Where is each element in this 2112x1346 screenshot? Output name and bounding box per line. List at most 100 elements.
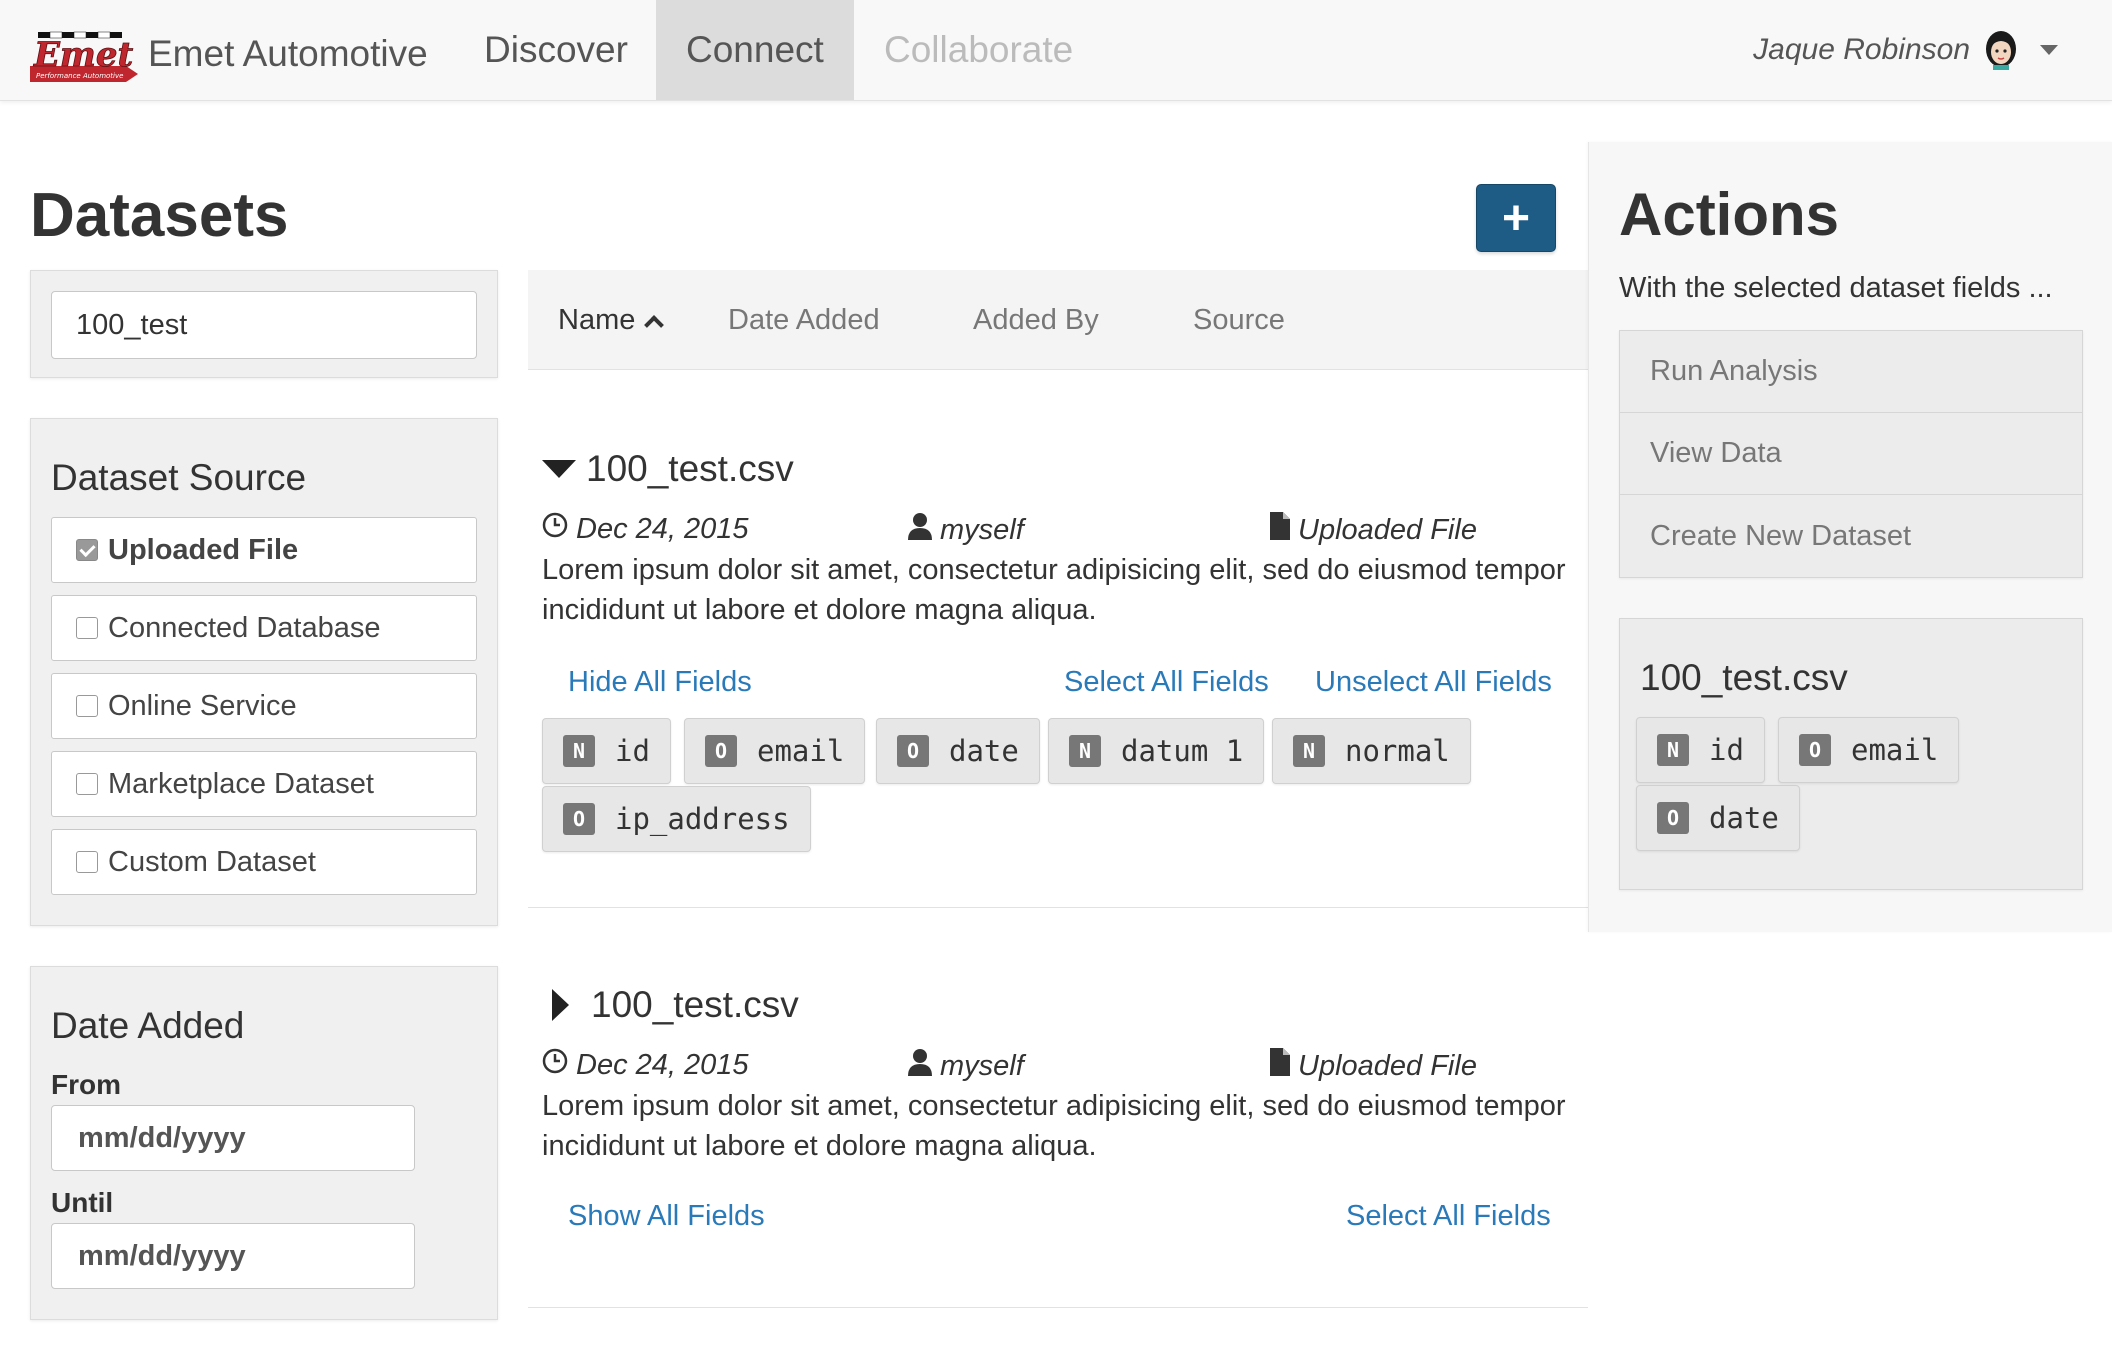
brand-name[interactable]: Emet Automotive <box>148 33 428 75</box>
view-data-action[interactable]: View Data <box>1620 413 2082 495</box>
source-option-connected-database[interactable]: Connected Database <box>51 595 477 661</box>
actions-panel: Actions With the selected dataset fields… <box>1588 142 2112 932</box>
object-type-badge: O <box>563 803 595 835</box>
field-name: normal <box>1345 734 1450 768</box>
numeric-type-badge: N <box>1293 735 1325 767</box>
clock-icon <box>542 512 568 546</box>
caret-down-icon[interactable] <box>542 460 576 478</box>
field-tag[interactable]: O email <box>684 718 866 784</box>
field-name: ip_address <box>615 802 790 836</box>
field-tag[interactable]: N id <box>542 718 671 784</box>
select-all-fields-link[interactable]: Select All Fields <box>1064 666 1269 699</box>
caret-right-icon[interactable] <box>552 989 569 1021</box>
caret-down-icon <box>2040 45 2058 55</box>
add-dataset-button[interactable]: + <box>1476 184 1556 252</box>
checkbox-icon[interactable] <box>76 695 98 717</box>
source-option-custom-dataset[interactable]: Custom Dataset <box>51 829 477 895</box>
dataset-description: Lorem ipsum dolor sit amet, consectetur … <box>542 1090 1566 1162</box>
brand[interactable]: Emet Performance Automotive <box>30 30 138 82</box>
numeric-type-badge: N <box>1657 734 1689 766</box>
top-navbar: Emet Performance Automotive Emet Automot… <box>0 0 2112 101</box>
brand-logo: Emet Performance Automotive <box>30 30 138 82</box>
nav-connect[interactable]: Connect <box>656 0 854 100</box>
dataset-title[interactable]: 100_test.csv <box>542 448 794 490</box>
dataset-added-by: myself <box>908 512 1024 548</box>
nav-discover[interactable]: Discover <box>454 0 658 100</box>
object-type-badge: O <box>1799 734 1831 766</box>
field-tag[interactable]: N datum 1 <box>1048 718 1265 784</box>
date-added-panel: Date Added From mm/dd/yyyy Until mm/dd/y… <box>30 966 498 1320</box>
checkbox-icon[interactable] <box>76 773 98 795</box>
object-type-badge: O <box>897 735 929 767</box>
field-tag[interactable]: O date <box>876 718 1040 784</box>
dataset-date-text: Dec 24, 2015 <box>576 512 749 545</box>
field-tag[interactable]: O ip_address <box>542 786 811 852</box>
dataset-entry: 100_test.csv Dec 24, 2015 myself Uploade… <box>528 908 1588 1308</box>
field-name: email <box>757 734 845 768</box>
selected-field-tag[interactable]: O email <box>1778 717 1960 783</box>
sort-bar: Name Date Added Added By Source <box>528 270 1588 370</box>
sort-label: Name <box>558 304 636 336</box>
dataset-added-by-text: myself <box>940 1049 1024 1082</box>
field-name: date <box>949 734 1019 768</box>
field-tag[interactable]: N normal <box>1272 718 1471 784</box>
dataset-source: Uploaded File <box>1270 1048 1477 1084</box>
user-menu[interactable]: Jaque Robinson <box>1753 0 2058 100</box>
page-title: Datasets <box>30 181 289 250</box>
source-option-uploaded-file[interactable]: Uploaded File <box>51 517 477 583</box>
source-option-marketplace-dataset[interactable]: Marketplace Dataset <box>51 751 477 817</box>
dataset-description: Lorem ipsum dolor sit amet, consectetur … <box>542 554 1566 626</box>
user-icon <box>908 512 932 548</box>
checkbox-icon[interactable] <box>76 617 98 639</box>
field-name: email <box>1851 733 1939 767</box>
selected-dataset-name: 100_test.csv <box>1640 657 1848 698</box>
until-date-input[interactable]: mm/dd/yyyy <box>51 1223 415 1289</box>
field-name: id <box>1709 733 1744 767</box>
sort-by-name[interactable]: Name <box>558 270 665 370</box>
search-input[interactable]: 100_test <box>51 291 477 359</box>
source-option-label: Uploaded File <box>108 533 299 566</box>
numeric-type-badge: N <box>1069 735 1101 767</box>
sort-by-added-by[interactable]: Added By <box>973 270 1099 370</box>
from-date-input[interactable]: mm/dd/yyyy <box>51 1105 415 1171</box>
dataset-source-text: Uploaded File <box>1298 1049 1477 1082</box>
selected-field-tag[interactable]: O date <box>1636 785 1800 851</box>
brand-logo-text: Emet <box>33 35 134 75</box>
source-option-online-service[interactable]: Online Service <box>51 673 477 739</box>
user-name: Jaque Robinson <box>1753 33 1970 66</box>
show-all-fields-link[interactable]: Show All Fields <box>568 1200 765 1233</box>
action-list: Run Analysis View Data Create New Datase… <box>1619 330 2083 578</box>
unselect-all-fields-link[interactable]: Unselect All Fields <box>1315 666 1552 699</box>
source-option-label: Online Service <box>108 689 297 722</box>
user-avatar-icon <box>1984 30 2018 70</box>
source-option-label: Custom Dataset <box>108 845 316 878</box>
checkbox-checked-icon[interactable] <box>76 539 98 561</box>
sort-by-source[interactable]: Source <box>1193 270 1285 370</box>
file-icon <box>1270 512 1290 548</box>
user-icon <box>908 1048 932 1084</box>
object-type-badge: O <box>1657 802 1689 834</box>
hide-all-fields-link[interactable]: Hide All Fields <box>568 666 752 699</box>
dataset-title[interactable]: 100_test.csv <box>542 984 799 1026</box>
selected-field-tag[interactable]: N id <box>1636 717 1765 783</box>
brand-logo-tagline: Performance Automotive <box>36 72 123 80</box>
search-panel: 100_test <box>30 270 498 378</box>
run-analysis-action[interactable]: Run Analysis <box>1620 331 2082 413</box>
source-option-label: Marketplace Dataset <box>108 767 374 800</box>
nav-collaborate[interactable]: Collaborate <box>854 0 1103 100</box>
dataset-name: 100_test.csv <box>591 984 799 1025</box>
select-all-fields-link[interactable]: Select All Fields <box>1346 1200 1551 1233</box>
sort-by-date-added[interactable]: Date Added <box>728 270 880 370</box>
selected-dataset-panel: 100_test.csv N id O email O date <box>1619 618 2083 890</box>
dataset-source-title: Dataset Source <box>51 457 307 498</box>
dataset-added-by: myself <box>908 1048 1024 1084</box>
dataset-date: Dec 24, 2015 <box>542 1048 749 1082</box>
until-label: Until <box>51 1187 114 1218</box>
from-label: From <box>51 1069 121 1100</box>
checkbox-icon[interactable] <box>76 851 98 873</box>
actions-subtitle: With the selected dataset fields ... <box>1619 272 2053 304</box>
dataset-source-text: Uploaded File <box>1298 513 1477 546</box>
create-new-dataset-action[interactable]: Create New Dataset <box>1620 495 2082 577</box>
field-name: datum 1 <box>1121 734 1244 768</box>
file-icon <box>1270 1048 1290 1084</box>
